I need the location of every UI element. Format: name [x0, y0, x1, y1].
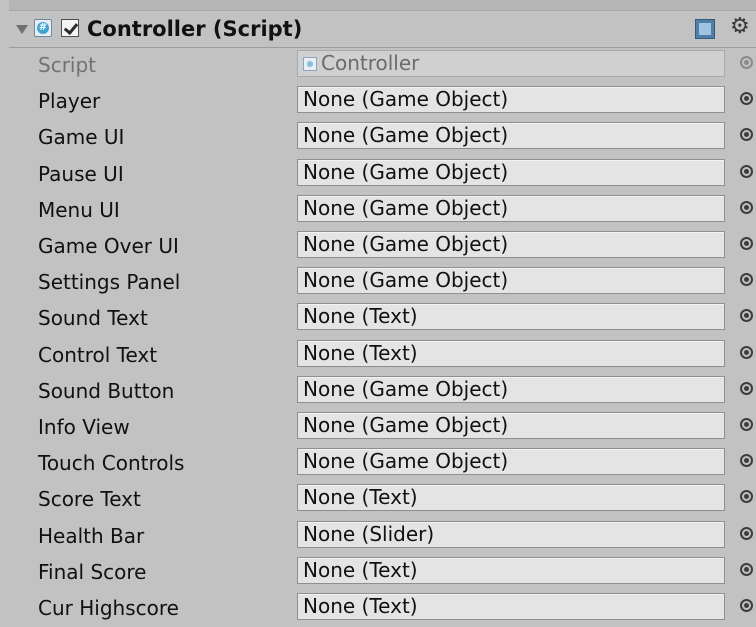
- property-row: Sound Button None (Game Object): [9, 374, 756, 410]
- object-field[interactable]: None (Text): [297, 556, 725, 584]
- property-label: Sound Button: [38, 378, 175, 403]
- property-row: Sound Text None (Text): [9, 301, 756, 337]
- object-picker-icon[interactable]: [740, 454, 753, 468]
- object-field-value: None (Game Object): [303, 159, 509, 184]
- object-field[interactable]: None (Game Object): [297, 194, 725, 222]
- script-icon: [303, 56, 317, 71]
- object-picker-icon[interactable]: [740, 164, 753, 178]
- object-field[interactable]: None (Text): [297, 484, 725, 512]
- object-picker-icon[interactable]: [740, 309, 753, 323]
- property-row: Script Controller: [9, 48, 756, 84]
- property-label: Script: [38, 53, 97, 77]
- object-field[interactable]: None (Game Object): [297, 86, 725, 114]
- object-picker-icon[interactable]: [740, 490, 753, 504]
- object-field-value: None (Game Object): [303, 195, 509, 220]
- property-label: Settings Panel: [38, 270, 181, 295]
- object-picker-icon[interactable]: [740, 526, 753, 540]
- property-row: Info View None (Game Object): [9, 410, 756, 446]
- object-field[interactable]: None (Text): [297, 303, 725, 331]
- property-label: Player: [38, 89, 101, 114]
- object-field-value: None (Text): [303, 557, 418, 582]
- object-field: Controller: [297, 50, 725, 77]
- object-field-value: None (Text): [303, 594, 418, 618]
- object-picker-icon[interactable]: [740, 273, 753, 287]
- object-field[interactable]: None (Game Object): [297, 448, 725, 476]
- object-field-value: None (Game Object): [303, 376, 509, 401]
- object-picker-icon[interactable]: [740, 200, 753, 214]
- object-field[interactable]: None (Text): [297, 339, 725, 367]
- object-picker-icon: [740, 56, 753, 69]
- property-label: Game UI: [38, 125, 125, 150]
- property-row: Game Over UI None (Game Object): [9, 229, 756, 265]
- object-field[interactable]: None (Slider): [297, 520, 725, 548]
- object-picker-icon[interactable]: [740, 599, 753, 612]
- object-field[interactable]: None (Game Object): [297, 231, 725, 258]
- object-field-value: None (Game Object): [303, 449, 509, 474]
- gear-icon[interactable]: ⚙: [730, 14, 750, 39]
- property-row: Game UI None (Game Object): [9, 120, 756, 156]
- object-picker-icon[interactable]: [740, 237, 753, 250]
- divider: [9, 0, 756, 11]
- object-field-value: None (Game Object): [303, 268, 509, 293]
- object-field-value: None (Game Object): [303, 413, 509, 437]
- foldout-arrow-icon[interactable]: [16, 25, 28, 34]
- property-label: Final Score: [38, 559, 147, 584]
- property-row: Score Text None (Text): [9, 482, 756, 518]
- object-picker-icon[interactable]: [740, 418, 753, 431]
- property-row: Cur Highscore None (Text): [9, 591, 756, 627]
- object-picker-icon[interactable]: [740, 128, 753, 142]
- object-field-value: None (Game Object): [303, 87, 509, 112]
- object-field-value: None (Text): [303, 485, 418, 510]
- object-field[interactable]: None (Game Object): [297, 412, 725, 439]
- property-row: Final Score None (Text): [9, 555, 756, 591]
- property-row: Control Text None (Text): [9, 338, 756, 374]
- object-field-value: None (Text): [303, 340, 418, 365]
- property-row: Touch Controls None (Game Object): [9, 446, 756, 482]
- property-label: Menu UI: [38, 197, 120, 222]
- property-row: Menu UI None (Game Object): [9, 193, 756, 229]
- component-title: Controller (Script): [87, 17, 303, 41]
- property-label: Cur Highscore: [38, 596, 179, 620]
- object-field-value: None (Game Object): [303, 123, 509, 148]
- object-field[interactable]: None (Game Object): [297, 375, 725, 403]
- object-picker-icon[interactable]: [740, 345, 753, 359]
- object-picker-icon[interactable]: [740, 92, 753, 106]
- property-label: Control Text: [38, 342, 158, 367]
- enable-checkbox[interactable]: [61, 19, 79, 37]
- object-field-value: Controller: [321, 51, 420, 75]
- object-field[interactable]: None (Game Object): [297, 158, 725, 186]
- object-field[interactable]: None (Game Object): [297, 122, 725, 150]
- object-picker-icon[interactable]: [740, 381, 753, 395]
- property-label: Touch Controls: [38, 451, 185, 476]
- inspector-panel: # Controller (Script) ⚙ Script Controller…: [9, 0, 756, 626]
- property-label: Sound Text: [38, 306, 148, 331]
- help-icon[interactable]: [695, 19, 715, 39]
- property-label: Health Bar: [38, 523, 145, 548]
- property-row: Pause UI None (Game Object): [9, 157, 756, 193]
- csharp-script-icon: #: [34, 19, 52, 37]
- property-label: Game Over UI: [38, 234, 179, 258]
- property-label: Pause UI: [38, 161, 124, 186]
- component-header[interactable]: # Controller (Script) ⚙: [9, 11, 756, 48]
- object-field-value: None (Text): [303, 304, 418, 329]
- object-field-value: None (Slider): [303, 521, 435, 546]
- property-row: Settings Panel None (Game Object): [9, 265, 756, 301]
- object-field[interactable]: None (Text): [297, 593, 725, 620]
- property-label: Score Text: [38, 487, 141, 512]
- property-row: Player None (Game Object): [9, 84, 756, 120]
- object-field-value: None (Game Object): [303, 232, 509, 256]
- property-row: Health Bar None (Slider): [9, 519, 756, 555]
- object-field[interactable]: None (Game Object): [297, 267, 725, 295]
- object-picker-icon[interactable]: [740, 562, 753, 576]
- property-label: Info View: [38, 415, 130, 439]
